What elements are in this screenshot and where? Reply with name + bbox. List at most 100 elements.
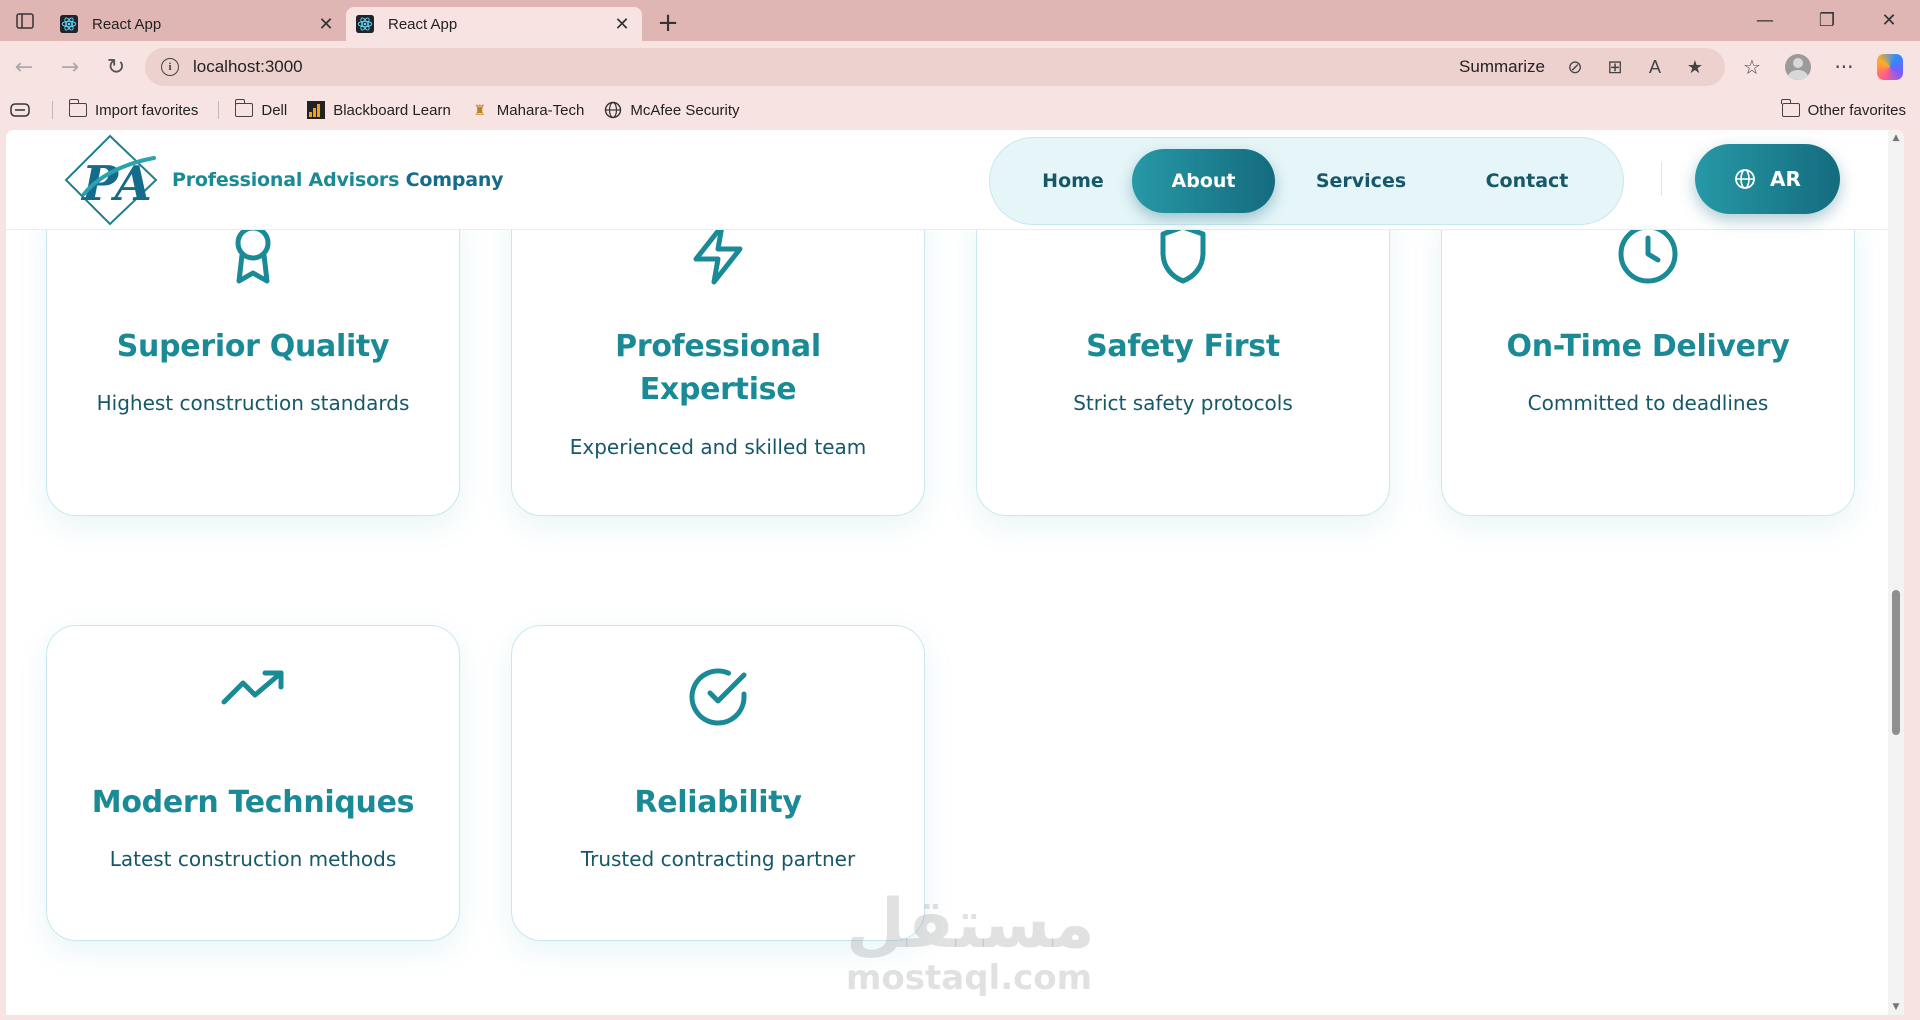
- summarize-icon[interactable]: ⊘: [1565, 57, 1585, 77]
- collections-icon[interactable]: [10, 103, 32, 117]
- globe-icon: [1735, 169, 1755, 189]
- app-available-icon[interactable]: ⊞: [1605, 57, 1625, 77]
- favorite-dell[interactable]: Dell: [234, 99, 288, 119]
- feature-description: Highest construction standards: [96, 391, 410, 415]
- favorite-mcafee[interactable]: McAfee Security: [604, 101, 740, 119]
- feature-title: Superior Quality: [116, 329, 390, 364]
- reload-button[interactable]: ↻: [94, 45, 138, 89]
- copilot-button[interactable]: [1874, 51, 1906, 83]
- profile-button[interactable]: [1782, 51, 1814, 83]
- url-text[interactable]: localhost:3000: [193, 57, 303, 77]
- lightning-icon: [693, 223, 743, 285]
- nav-home[interactable]: Home: [1014, 149, 1132, 213]
- browser-tab-active[interactable]: React App ✕: [346, 7, 642, 41]
- feature-title: Professional Expertise: [615, 329, 821, 407]
- feature-description: Experienced and skilled team: [569, 435, 867, 459]
- browser-tab-bar: React App ✕ React App ✕ + — ❐ ✕: [0, 0, 1920, 41]
- avatar-icon: [1785, 54, 1811, 80]
- tab-panel-icon: [16, 12, 34, 29]
- brand-logo[interactable]: PA Professional Advisors Company: [62, 132, 504, 228]
- feature-description: Committed to deadlines: [1527, 391, 1769, 415]
- close-window-icon[interactable]: ✕: [1858, 0, 1920, 41]
- feature-card: On-Time Delivery Committed to deadlines: [1441, 192, 1855, 516]
- nav-divider: [1661, 162, 1662, 196]
- scroll-up-icon[interactable]: ▲: [1888, 130, 1904, 146]
- favorite-label: McAfee Security: [630, 101, 740, 119]
- nav-services[interactable]: Services: [1275, 149, 1447, 213]
- check-circle-icon: [689, 668, 747, 726]
- favorite-blackboard[interactable]: Blackboard Learn: [307, 101, 451, 119]
- close-tab-icon[interactable]: ✕: [316, 14, 336, 35]
- watermark-arabic: مستقل: [846, 885, 1095, 964]
- summarize-button[interactable]: Summarize: [1459, 57, 1545, 77]
- react-icon: [356, 15, 374, 33]
- copilot-icon: [1877, 54, 1903, 80]
- favorites-divider: [52, 101, 53, 119]
- shield-icon: [1160, 224, 1206, 284]
- feature-description: Strict safety protocols: [1073, 391, 1293, 415]
- watermark: مستقل mostaql.com: [846, 885, 1095, 998]
- other-favorites-label: Other favorites: [1807, 101, 1906, 119]
- feature-title: Reliability: [634, 785, 802, 820]
- tab-title: React App: [388, 15, 458, 33]
- reload-icon: ↻: [106, 54, 126, 80]
- feature-card: Superior Quality Highest construction st…: [46, 192, 460, 516]
- globe-icon: [604, 101, 622, 119]
- folder-icon: [234, 99, 254, 118]
- language-label: AR: [1770, 167, 1801, 191]
- minimize-icon[interactable]: —: [1734, 0, 1796, 41]
- nav-contact[interactable]: Contact: [1447, 149, 1607, 213]
- favorites-divider: [218, 101, 220, 119]
- site-header: PA Professional Advisors Company Home Ab…: [6, 130, 1888, 230]
- favorite-label: Import favorites: [95, 101, 199, 119]
- trending-up-icon: [221, 670, 284, 705]
- restore-icon[interactable]: ❐: [1796, 0, 1858, 41]
- scroll-down-icon[interactable]: ▼: [1888, 999, 1904, 1015]
- feature-title: On-Time Delivery: [1506, 329, 1790, 364]
- feature-card: Modern Techniques Latest construction me…: [46, 625, 460, 941]
- favorites-bar: Import favorites Dell Blackboard Learn ♜…: [0, 93, 1920, 127]
- nav-about[interactable]: About: [1132, 149, 1275, 213]
- logo-icon: PA: [64, 134, 158, 226]
- other-favorites[interactable]: Other favorites: [1781, 99, 1906, 119]
- tab-title: React App: [92, 15, 162, 33]
- brand-name: Professional Advisors Company: [172, 169, 504, 191]
- feature-card: Safety First Strict safety protocols: [976, 192, 1390, 516]
- more-menu-icon[interactable]: ···: [1828, 51, 1860, 83]
- main-nav: Home About Services Contact: [989, 137, 1624, 225]
- browser-toolbar: ← → ↻ i localhost:3000 Summarize ⊘ ⊞ A ★…: [0, 41, 1920, 93]
- language-toggle-button[interactable]: AR: [1695, 144, 1840, 214]
- favorite-star-icon[interactable]: ★: [1685, 57, 1705, 77]
- favorites-icon[interactable]: ☆: [1736, 51, 1768, 83]
- back-button[interactable]: ←: [2, 45, 46, 89]
- import-icon: [68, 99, 87, 118]
- brand-name-part2: Company: [405, 169, 504, 191]
- address-bar[interactable]: i localhost:3000 Summarize ⊘ ⊞ A ★: [145, 48, 1725, 86]
- page-scrollbar[interactable]: ▲ ▼: [1888, 130, 1904, 1015]
- watermark-latin: mostaql.com: [846, 958, 1093, 998]
- favorite-mahara[interactable]: ♜ Mahara-Tech: [471, 102, 585, 119]
- clock-icon: [1618, 224, 1678, 284]
- new-tab-button[interactable]: +: [648, 6, 688, 40]
- read-aloud-icon[interactable]: A: [1645, 57, 1665, 77]
- tab-actions-button[interactable]: [0, 0, 50, 41]
- react-icon: [60, 15, 78, 33]
- arrow-right-icon: →: [60, 54, 80, 80]
- folder-icon: [1781, 99, 1800, 118]
- browser-tab[interactable]: React App ✕: [50, 7, 346, 41]
- feature-description: Latest construction methods: [109, 847, 397, 871]
- award-icon: [235, 225, 271, 284]
- forward-button[interactable]: →: [48, 45, 92, 89]
- favorite-import[interactable]: Import favorites: [68, 99, 199, 119]
- close-tab-icon[interactable]: ✕: [612, 14, 632, 35]
- feature-title: Modern Techniques: [91, 785, 415, 820]
- feature-description: Trusted contracting partner: [580, 847, 856, 871]
- arrow-left-icon: ←: [14, 54, 34, 80]
- brand-name-part1: Professional Advisors: [172, 169, 400, 191]
- favorite-label: Mahara-Tech: [496, 101, 585, 119]
- scrollbar-thumb[interactable]: [1892, 590, 1900, 735]
- site-info-icon[interactable]: i: [161, 58, 179, 76]
- favorite-label: Dell: [261, 101, 288, 119]
- blackboard-icon: [307, 101, 326, 119]
- feature-card: Professional Expertise Experienced and s…: [511, 192, 925, 516]
